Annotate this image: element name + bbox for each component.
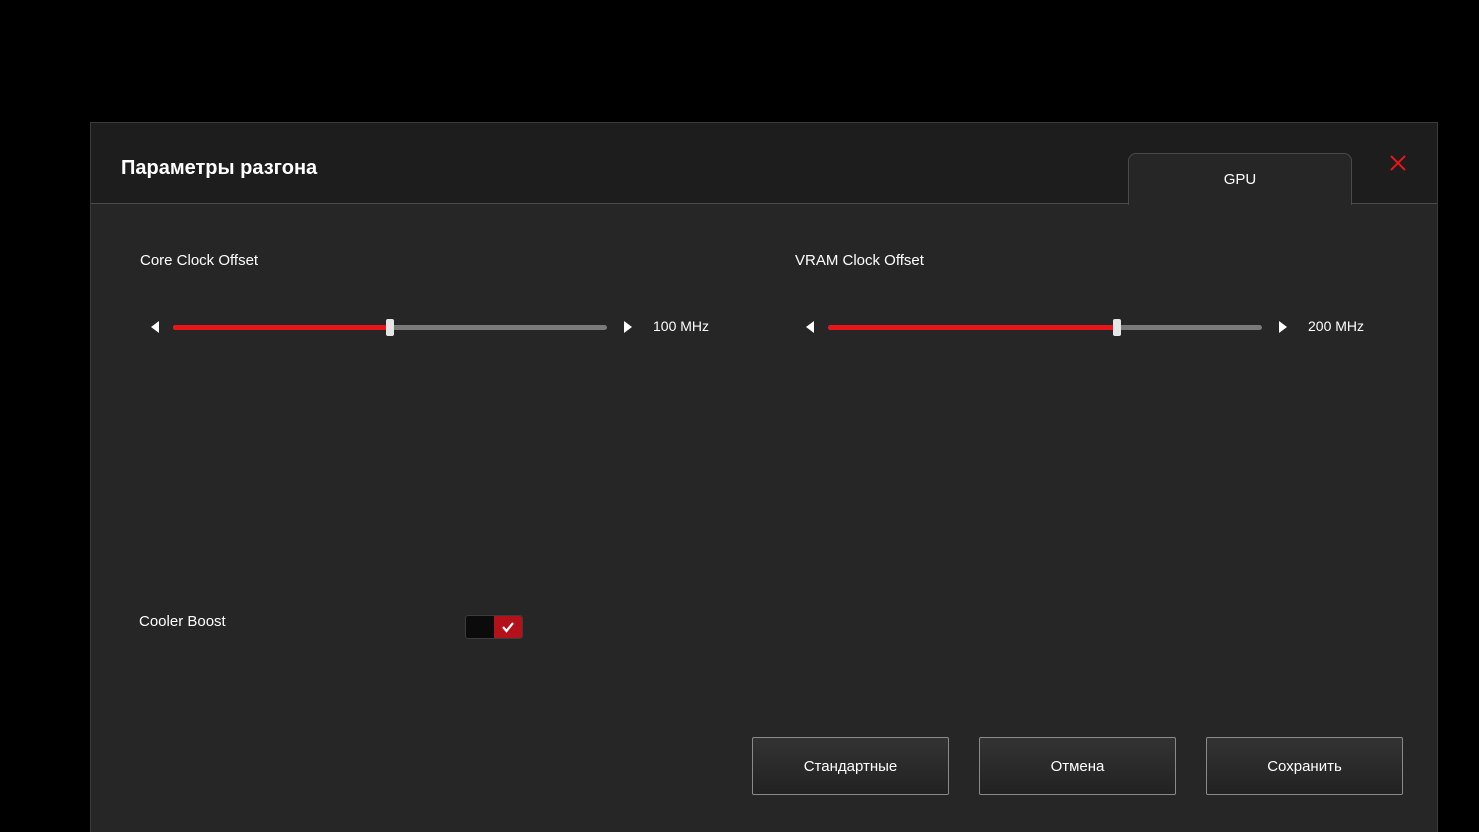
vram-clock-value: 200 MHz bbox=[1308, 318, 1365, 334]
tab-gpu-label: GPU bbox=[1223, 171, 1257, 188]
triangle-right-icon bbox=[624, 321, 632, 333]
cooler-boost-toggle[interactable] bbox=[465, 615, 523, 639]
core-clock-slider[interactable] bbox=[173, 319, 607, 336]
close-icon bbox=[1390, 155, 1406, 171]
triangle-left-icon bbox=[151, 321, 159, 333]
checkmark-icon bbox=[502, 622, 514, 633]
vram-clock-slider-thumb[interactable] bbox=[1112, 319, 1121, 336]
vram-clock-label: VRAM Clock Offset bbox=[795, 252, 924, 269]
dialog-title: Параметры разгона bbox=[121, 157, 318, 179]
triangle-right-icon bbox=[1279, 321, 1287, 333]
vram-clock-slider-fill bbox=[828, 325, 1117, 330]
core-clock-value: 100 MHz bbox=[653, 318, 710, 334]
cooler-boost-label: Cooler Boost bbox=[139, 613, 226, 630]
defaults-button[interactable]: Стандартные bbox=[752, 737, 949, 795]
defaults-button-label: Стандартные bbox=[803, 757, 898, 775]
core-clock-decrease-button[interactable] bbox=[149, 320, 161, 334]
save-button[interactable]: Сохранить bbox=[1206, 737, 1403, 795]
dialog-header: Параметры разгона GPU bbox=[91, 123, 1437, 205]
core-clock-slider-fill bbox=[173, 325, 390, 330]
cancel-button[interactable]: Отмена bbox=[979, 737, 1176, 795]
cancel-button-label: Отмена bbox=[1050, 757, 1105, 775]
vram-clock-increase-button[interactable] bbox=[1277, 320, 1289, 334]
overclock-dialog: Параметры разгона GPU Core Clock Offset … bbox=[90, 122, 1438, 832]
close-button[interactable] bbox=[1386, 151, 1410, 175]
tab-gpu[interactable]: GPU bbox=[1128, 153, 1352, 205]
core-clock-label: Core Clock Offset bbox=[140, 252, 259, 269]
cooler-boost-toggle-on-segment bbox=[494, 616, 522, 638]
vram-clock-slider[interactable] bbox=[828, 319, 1262, 336]
triangle-left-icon bbox=[806, 321, 814, 333]
save-button-label: Сохранить bbox=[1267, 757, 1342, 775]
core-clock-slider-thumb[interactable] bbox=[386, 319, 394, 336]
core-clock-increase-button[interactable] bbox=[622, 320, 634, 334]
vram-clock-decrease-button[interactable] bbox=[804, 320, 816, 334]
